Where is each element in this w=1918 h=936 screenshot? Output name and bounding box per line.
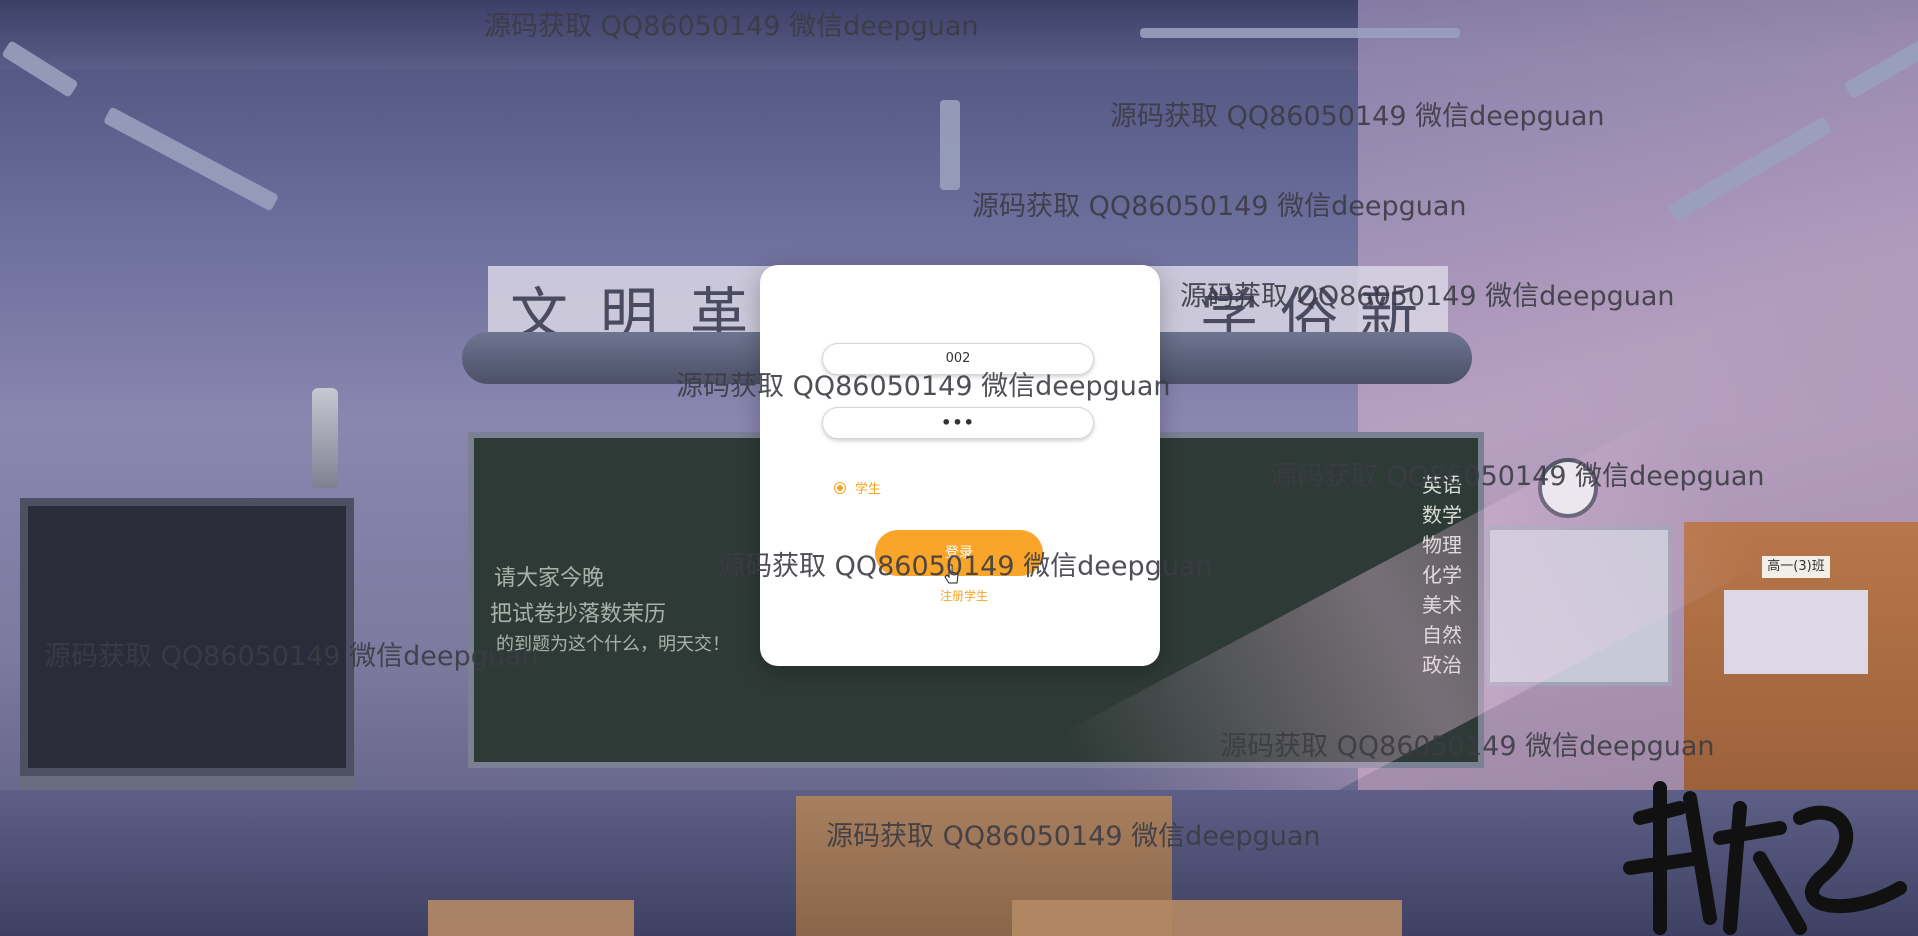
ceiling-lamp xyxy=(940,100,960,190)
signature-logo xyxy=(1623,781,1907,935)
watermark-text: 源码获取 QQ86050149 微信deepguan xyxy=(1180,281,1675,312)
door-window xyxy=(1724,590,1868,674)
door-sign: 高一(3)班 xyxy=(1762,556,1830,578)
classroom-background: 文 明 革 学 俗 新 请大家今晚 把试卷抄落数茉历 的到题为这个什么，明天交！… xyxy=(0,0,1918,936)
student-desk xyxy=(1012,900,1402,936)
watermark-text: 源码获取 QQ86050149 微信deepguan xyxy=(1270,461,1765,492)
watermark-text: 源码获取 QQ86050149 微信deepguan xyxy=(1220,731,1715,762)
register-student-link[interactable]: 注册学生 xyxy=(940,587,988,604)
role-label: 学生 xyxy=(855,482,882,497)
student-desk xyxy=(428,900,634,936)
watermark-text: 源码获取 QQ86050149 微信deepguan xyxy=(676,371,1171,402)
watermark-text: 源码获取 QQ86050149 微信deepguan xyxy=(1110,101,1605,132)
ceiling-lamp xyxy=(1140,28,1460,38)
watermark-text: 源码获取 QQ86050149 微信deepguan xyxy=(484,11,979,42)
login-card: 002 ••• 学生 登录 注册学生 xyxy=(760,265,1160,666)
watermark-text: 源码获取 QQ86050149 微信deepguan xyxy=(44,641,539,672)
watermark-text: 源码获取 QQ86050149 微信deepguan xyxy=(826,821,1321,852)
watermark-text: 源码获取 QQ86050149 微信deepguan xyxy=(718,551,1213,582)
chalk-text: 请大家今晚 xyxy=(494,566,605,591)
chalk-text: 把试卷抄落数茉历 xyxy=(490,602,667,627)
ceiling-lamp xyxy=(102,106,280,212)
password-input[interactable]: ••• xyxy=(822,407,1094,439)
trophy xyxy=(312,388,338,488)
watermark-text: 源码获取 QQ86050149 微信deepguan xyxy=(972,191,1467,222)
radio-selected-icon xyxy=(834,481,846,494)
role-radio-student[interactable]: 学生 xyxy=(834,478,881,497)
